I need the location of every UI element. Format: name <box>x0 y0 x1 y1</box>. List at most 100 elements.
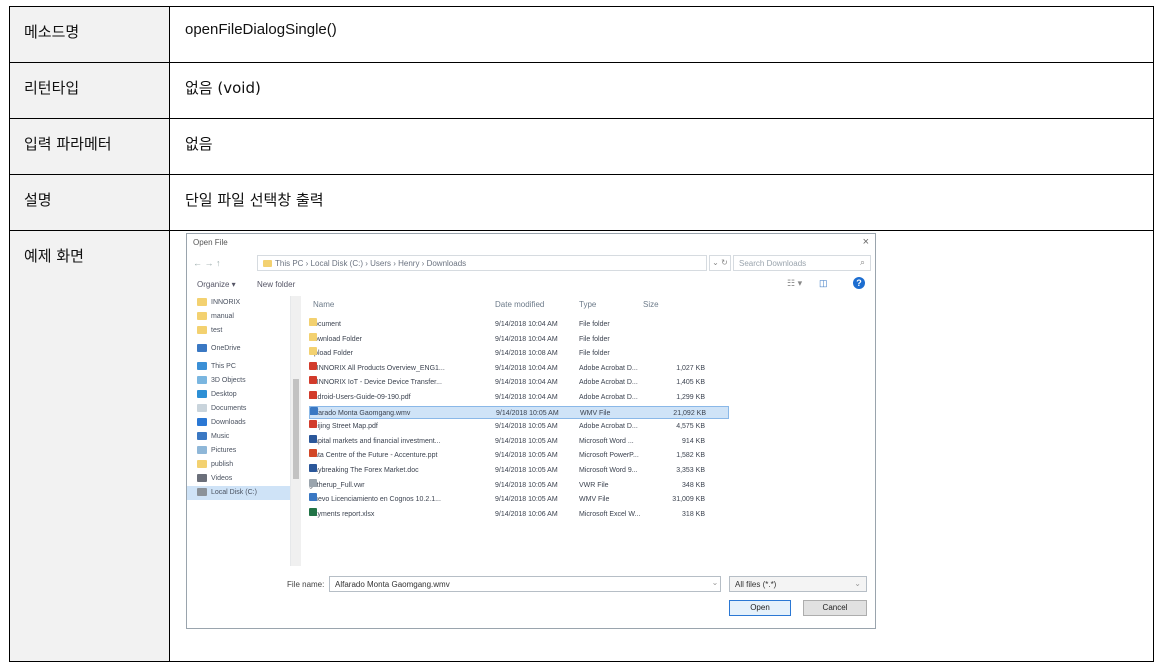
view-options-button[interactable]: ☷ ▾ <box>787 278 802 289</box>
file-row[interactable]: Document 9/14/2018 10:04 AM File folder <box>309 318 729 331</box>
file-row[interactable]: Capital markets and financial investment… <box>309 434 729 448</box>
navigation-scrollbar-thumb[interactable] <box>293 379 299 479</box>
sidebar-item-label: This PC <box>211 363 236 370</box>
file-row[interactable]: Beijing Street Map.pdf 9/14/2018 10:05 AM… <box>309 420 729 433</box>
sidebar-item[interactable]: Videos <box>187 472 290 486</box>
close-icon[interactable]: × <box>863 236 869 248</box>
file-date: 9/14/2018 10:04 AM <box>495 394 558 401</box>
open-file-dialog: Open File × ← → ↑ This PC › Local Disk (… <box>186 233 876 629</box>
preview-pane-button[interactable]: ◫ <box>819 278 828 289</box>
sidebar-item[interactable]: 3D Objects <box>187 374 290 388</box>
sidebar-item[interactable]: Local Disk (C:) <box>187 486 290 500</box>
file-row[interactable]: Daybreaking The Forex Market.doc 9/14/201… <box>309 464 729 477</box>
address-refresh-button[interactable]: ⌄ ↻ <box>709 255 731 271</box>
spec-value-method: openFileDialogSingle() <box>169 6 1154 63</box>
sidebar-item-label: manual <box>211 313 234 320</box>
file-row[interactable]: Download Folder 9/14/2018 10:04 AM File fo… <box>309 332 729 346</box>
folder-icon <box>263 260 272 268</box>
documents-icon <box>197 404 207 413</box>
pdf-icon <box>309 361 317 370</box>
sidebar-item[interactable]: Pictures <box>187 444 290 458</box>
file-name-input[interactable]: Alfarado Monta Gaomgang.wmv <box>329 576 721 592</box>
file-size: 318 KB <box>682 510 705 518</box>
file-name-cell: Upload Folder <box>309 347 497 360</box>
file-row[interactable]: Nuevo Licenciamiento en Cognos 10.2.1...… <box>309 493 729 506</box>
file-row[interactable]: Data Centre of the Future - Accenture.pp… <box>309 449 729 462</box>
file-size: 1,582 KB <box>676 452 705 460</box>
open-button[interactable]: Open <box>729 600 791 616</box>
search-input[interactable]: Search Downloads ⌕ <box>733 255 871 271</box>
sidebar-item[interactable]: Downloads <box>187 416 290 430</box>
column-size-header[interactable]: Size <box>643 300 659 309</box>
download-icon <box>197 418 207 427</box>
cube-icon <box>197 376 207 385</box>
sidebar-item[interactable]: Desktop <box>187 388 290 402</box>
address-path: This PC › Local Disk (C:) › Users › Henr… <box>275 259 467 268</box>
file-name-cell: Android-Users-Guide-09-190.pdf <box>309 391 497 404</box>
sidebar-item[interactable]: test <box>187 324 290 338</box>
folder-icon <box>197 460 207 469</box>
file-name-label: File name: <box>287 580 325 589</box>
file-date: 9/14/2018 10:04 AM <box>495 379 558 387</box>
sidebar-item-label: INNORIX <box>211 299 241 306</box>
spec-label-return: 리턴타입 <box>9 62 170 119</box>
music-icon <box>197 432 207 441</box>
address-bar[interactable]: This PC › Local Disk (C:) › Users › Henr… <box>257 255 707 271</box>
file-row[interactable]: Alfarado Monta Gaomgang.wmv 9/14/2018 10:… <box>309 405 729 419</box>
file-row[interactable]: Payments report.xlsx 9/14/2018 10:06 AM Mi… <box>309 507 729 521</box>
file-name-cell: Data Centre of the Future - Accenture.pp… <box>309 449 497 462</box>
chevron-down-icon: ⌄ <box>854 579 861 588</box>
file-size: 348 KB <box>682 481 705 489</box>
spec-value-desc: 단일 파일 선택창 출력 <box>169 174 1154 231</box>
file-icon <box>309 478 317 487</box>
file-type: Microsoft Word ... <box>579 437 634 445</box>
word-icon <box>309 434 317 443</box>
file-name-cell: Beijing Street Map.pdf <box>309 420 497 433</box>
file-date: 9/14/2018 10:08 AM <box>495 350 558 358</box>
sidebar-item[interactable]: publish <box>187 458 290 472</box>
file-row[interactable]: Android-Users-Guide-09-190.pdf 9/14/2018 … <box>309 391 729 404</box>
spec-label-example: 예제 화면 <box>9 230 170 662</box>
file-type: WMV File <box>579 496 610 504</box>
file-row[interactable]: gatherup_Full.vwr 9/14/2018 10:05 AM VWR F… <box>309 478 729 492</box>
cancel-button[interactable]: Cancel <box>803 600 867 616</box>
sidebar-item[interactable]: This PC <box>187 360 290 374</box>
new-folder-button[interactable]: New folder <box>257 280 295 289</box>
column-type-header[interactable]: Type <box>579 300 596 309</box>
file-name-cell: gatherup_Full.vwr <box>309 478 497 492</box>
sidebar-item-label: Desktop <box>211 391 237 398</box>
column-date-header[interactable]: Date modified <box>495 300 544 309</box>
help-icon[interactable]: ? <box>853 277 865 289</box>
sidebar-item[interactable]: INNORIX <box>187 296 290 310</box>
sidebar-item[interactable]: Music <box>187 430 290 444</box>
file-name-cell: Daybreaking The Forex Market.doc <box>309 464 497 477</box>
file-row[interactable]: 6. INNORIX All Products Overview_ENG1...… <box>309 361 729 375</box>
disk-icon <box>197 488 207 497</box>
file-row[interactable]: 6. INNORIX IoT - Device Device Transfer.… <box>309 376 729 389</box>
sidebar-item-label: Music <box>211 433 230 440</box>
navigation-arrows[interactable]: ← → ↑ <box>193 258 221 268</box>
file-row[interactable]: Upload Folder 9/14/2018 10:08 AM File fold… <box>309 347 729 360</box>
videos-icon <box>197 474 207 483</box>
search-icon: ⌕ <box>859 257 865 267</box>
file-size: 21,092 KB <box>673 409 706 417</box>
sidebar-item-label: Videos <box>211 475 233 482</box>
file-name-cell: Payments report.xlsx <box>309 507 497 521</box>
file-size: 1,405 KB <box>676 379 705 387</box>
file-type-select[interactable]: All files (*.*) ⌄ <box>729 576 867 592</box>
word-icon <box>309 464 317 472</box>
sidebar-item-label: OneDrive <box>211 345 241 352</box>
sidebar-item[interactable]: OneDrive <box>187 342 290 356</box>
file-name: Alfarado Monta Gaomgang.wmv <box>310 409 411 417</box>
file-list-header: Name Date modified Type Size <box>303 296 875 314</box>
excel-icon <box>309 507 317 516</box>
column-name-header[interactable]: Name <box>313 300 334 309</box>
file-name: Data Centre of the Future - Accenture.pp… <box>309 452 438 460</box>
file-name: gatherup_Full.vwr <box>309 481 365 489</box>
sidebar-item-label: test <box>211 327 223 334</box>
chevron-down-icon[interactable]: ⌄ <box>709 576 721 592</box>
organize-button[interactable]: Organize ▾ <box>197 280 236 289</box>
sidebar-item[interactable]: Documents <box>187 402 290 416</box>
file-type: Adobe Acrobat D... <box>579 394 638 401</box>
sidebar-item[interactable]: manual <box>187 310 290 324</box>
